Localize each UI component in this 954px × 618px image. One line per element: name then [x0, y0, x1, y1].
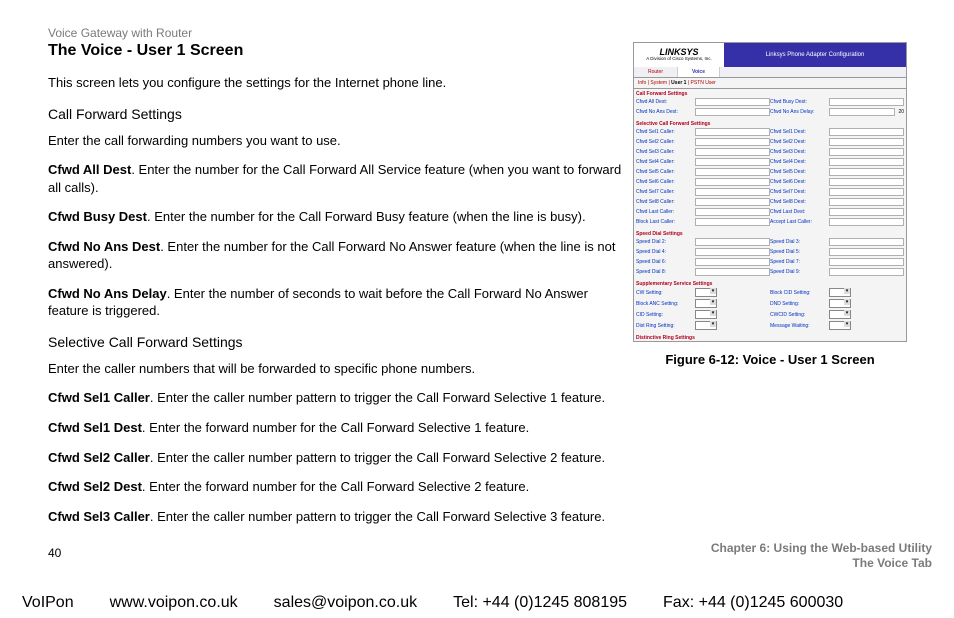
fig-field: Cfwd Sel1 Dest: [770, 128, 904, 136]
fig-field: Block CID Setting: [770, 288, 904, 297]
para-cfwd-noans: Cfwd No Ans Dest. Enter the number for t… [48, 238, 622, 273]
figure-caption: Figure 6-12: Voice - User 1 Screen [665, 352, 874, 367]
fig-field: Block ANC Setting: [636, 299, 770, 308]
fig-field: Cfwd Sel7 Caller: [636, 188, 770, 196]
fig-field: Speed Dial 5: [770, 248, 904, 256]
fig-field: CID Setting: [636, 310, 770, 319]
fig-field: Cfwd Sel3 Caller: [636, 148, 770, 156]
fig-field: Cfwd Sel2 Caller: [636, 138, 770, 146]
para-cfwd-all: Cfwd All Dest. Enter the number for the … [48, 161, 622, 196]
intro-text: This screen lets you configure the setti… [48, 74, 622, 92]
para-cfwd-delay: Cfwd No Ans Delay. Enter the number of s… [48, 285, 622, 320]
fig-section-title: Call Forward Settings [634, 89, 906, 97]
product-title: Linksys Phone Adapter Configuration [724, 43, 906, 67]
main-content: The Voice - User 1 Screen This screen le… [48, 42, 622, 537]
fig-section-title: Supplementary Service Settings [634, 279, 906, 287]
fig-field: DND Setting: [770, 299, 904, 308]
linksys-logo: LINKSYS A Division of Cisco Systems, Inc… [634, 43, 724, 67]
fig-field: Cfwd No Ans Dest: [636, 108, 770, 116]
fig-section-title: Distinctive Ring Settings [634, 333, 906, 341]
tab-voice[interactable]: Voice [678, 67, 720, 77]
fig-field: Cfwd Sel5 Caller: [636, 168, 770, 176]
fig-field: Cfwd Sel4 Dest: [770, 158, 904, 166]
fig-field: Cfwd Sel1 Caller: [636, 128, 770, 136]
fig-field: Speed Dial 4: [636, 248, 770, 256]
fig-field: Message Waiting: [770, 321, 904, 330]
page-footer: VoIPon www.voipon.co.uk sales@voipon.co.… [0, 594, 954, 612]
fig-field: Speed Dial 9: [770, 268, 904, 276]
fig-field: Cfwd No Ans Delay:20 [770, 108, 904, 116]
fig-field: Speed Dial 2: [636, 238, 770, 246]
section-lead-cfwd: Enter the call forwarding numbers you wa… [48, 132, 622, 150]
fig-field: Cfwd Sel8 Dest: [770, 198, 904, 206]
footer-fax: Fax: +44 (0)1245 600030 [663, 594, 843, 612]
doc-header: Voice Gateway with Router [48, 26, 906, 40]
subtabs[interactable]: Info | System | User 1 | PSTN User [634, 78, 906, 89]
fig-field: Cfwd Sel2 Dest: [770, 138, 904, 146]
para-sel1-caller: Cfwd Sel1 Caller. Enter the caller numbe… [48, 389, 622, 407]
footer-tel: Tel: +44 (0)1245 808195 [453, 594, 627, 612]
fig-field: CW Setting: [636, 288, 770, 297]
fig-field: Cfwd Sel4 Caller: [636, 158, 770, 166]
fig-field: Cfwd Sel6 Dest: [770, 178, 904, 186]
fig-field: Cfwd Sel3 Dest: [770, 148, 904, 156]
section-heading-cfwd: Call Forward Settings [48, 106, 622, 122]
section-lead-sel: Enter the caller numbers that will be fo… [48, 360, 622, 378]
fig-field: Cfwd Sel5 Dest: [770, 168, 904, 176]
figure-screenshot: LINKSYS A Division of Cisco Systems, Inc… [633, 42, 907, 342]
fig-field: Dist Ring Setting: [636, 321, 770, 330]
fig-field: CWCID Setting: [770, 310, 904, 319]
fig-field: Speed Dial 3: [770, 238, 904, 246]
fig-field: Cfwd All Dest: [636, 98, 770, 106]
fig-section-title: Speed Dial Settings [634, 229, 906, 237]
fig-field: Cfwd Last Dest: [770, 208, 904, 216]
fig-field: Speed Dial 6: [636, 258, 770, 266]
fig-field: Cfwd Sel6 Caller: [636, 178, 770, 186]
para-cfwd-busy: Cfwd Busy Dest. Enter the number for the… [48, 208, 622, 226]
page-title: The Voice - User 1 Screen [48, 42, 622, 60]
para-sel2-caller: Cfwd Sel2 Caller. Enter the caller numbe… [48, 449, 622, 467]
page-number: 40 [48, 546, 61, 560]
fig-field: Block Last Caller: [636, 218, 770, 226]
footer-web: www.voipon.co.uk [110, 594, 238, 612]
para-sel2-dest: Cfwd Sel2 Dest. Enter the forward number… [48, 478, 622, 496]
section-heading-sel: Selective Call Forward Settings [48, 334, 622, 350]
fig-field: Cfwd Sel7 Dest: [770, 188, 904, 196]
footer-company: VoIPon [22, 594, 74, 612]
para-sel1-dest: Cfwd Sel1 Dest. Enter the forward number… [48, 419, 622, 437]
footer-email: sales@voipon.co.uk [274, 594, 417, 612]
fig-section-title: Selective Call Forward Settings [634, 119, 906, 127]
fig-field: Cfwd Sel8 Caller: [636, 198, 770, 206]
tab-router[interactable]: Router [634, 67, 678, 77]
fig-field: Cfwd Last Caller: [636, 208, 770, 216]
para-sel3-caller: Cfwd Sel3 Caller. Enter the caller numbe… [48, 508, 622, 526]
fig-field: Speed Dial 7: [770, 258, 904, 266]
chapter-info: Chapter 6: Using the Web-based Utility T… [711, 541, 932, 572]
fig-field: Speed Dial 8: [636, 268, 770, 276]
fig-field: Cfwd Busy Dest: [770, 98, 904, 106]
fig-field: Accept Last Caller: [770, 218, 904, 226]
